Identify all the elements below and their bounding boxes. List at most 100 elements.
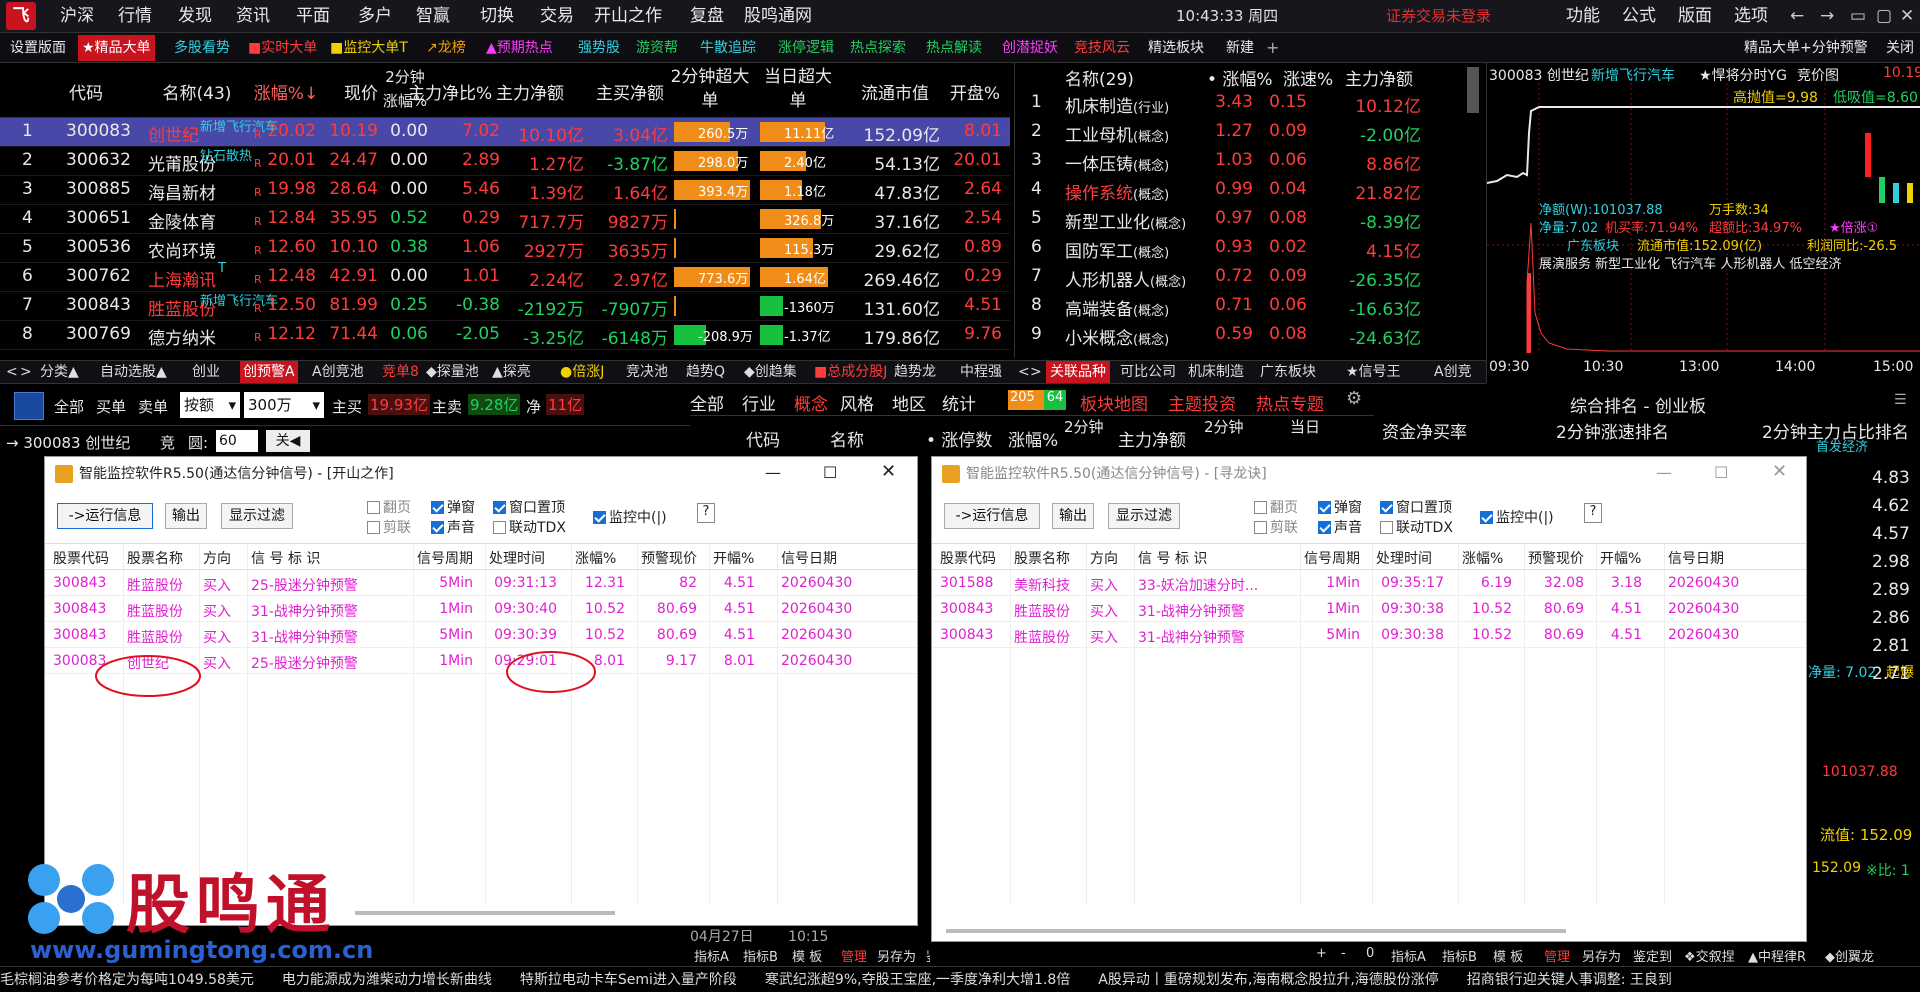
sector-scrollbar[interactable] xyxy=(1467,67,1479,113)
display-filter-button[interactable]: 显示过滤 xyxy=(1108,503,1180,529)
bottom-tab-left-5[interactable]: 鉴定到 xyxy=(926,946,930,965)
toolbar-item-14[interactable]: 竞技风云 xyxy=(1070,35,1134,61)
dialog-header-0[interactable]: 股票代码 xyxy=(940,548,996,568)
scrollbar[interactable] xyxy=(946,929,1566,933)
bottom-tab-right-9[interactable]: ❖交叙捏 xyxy=(1684,946,1735,965)
bottom-tab-left-1[interactable]: 指标B xyxy=(743,946,778,965)
bottom-tab-right-8[interactable]: 鉴定到 xyxy=(1633,946,1672,965)
monitor-checkbox[interactable]: 监控中(|) xyxy=(1480,507,1554,527)
toolbar-item-6[interactable]: ▲预期热点 xyxy=(482,35,557,61)
tab-left-1[interactable]: 自动选股▲ xyxy=(100,361,167,383)
grid-icon[interactable] xyxy=(14,392,44,420)
mid-tab-5[interactable]: 统计 xyxy=(942,390,976,415)
window-top-checkbox[interactable]: 窗口置顶 xyxy=(493,497,565,517)
toolbar-item-12[interactable]: 热点解读 xyxy=(922,35,986,61)
restore-icon[interactable]: ▭ xyxy=(1850,0,1866,33)
toolbar-item-5[interactable]: ↗龙榜 xyxy=(422,35,470,61)
stock-row[interactable]: 8 300769 德方纳米 R 12.12 71.44 0.06 -2.05 -3.25亿 -61… xyxy=(0,321,1010,350)
stock-header-2[interactable]: 涨幅%↓ xyxy=(250,79,322,104)
dialog-table-row[interactable]: 300843 胜蓝股份 买入 31-战神分钟预警 1Min 09:30:38 10.52 80… xyxy=(932,596,1806,622)
display-filter-button[interactable]: 显示过滤 xyxy=(221,503,293,529)
stock-header-8[interactable]: 2分钟超大单 xyxy=(670,65,750,113)
dialog-header-0[interactable]: 股票代码 xyxy=(53,548,109,568)
page-checkbox[interactable]: 翻页 xyxy=(1254,497,1298,517)
sector-row[interactable]: 9 小米概念(概念) 0.59 0.08 -24.63亿 xyxy=(1015,321,1485,350)
menu-right-1[interactable]: 公式 xyxy=(1622,0,1656,33)
bottom-tab-right-1[interactable]: - xyxy=(1341,946,1346,961)
mid-tab-3[interactable]: 风格 xyxy=(840,390,874,415)
toolbar-item-2[interactable]: 多股看势 xyxy=(170,35,234,61)
tdx-checkbox[interactable]: 联动TDX xyxy=(1380,517,1453,537)
bottom-tab-right-3[interactable]: 指标A xyxy=(1391,946,1426,965)
close-icon[interactable]: ✕ xyxy=(1900,0,1914,33)
toolbar-item-8[interactable]: 游资帮 xyxy=(632,35,682,61)
stock-line-bid[interactable]: 竞 xyxy=(160,432,175,453)
sound-off-button[interactable]: 关◀ xyxy=(266,430,310,452)
menu-item-2[interactable]: 发现 xyxy=(178,0,212,33)
tab-prev-icon[interactable]: < xyxy=(6,361,18,383)
bottom-tab-right-10[interactable]: ▲中程律R xyxy=(1748,946,1806,965)
toolbar-item-7[interactable]: 强势股 xyxy=(574,35,624,61)
menu-item-10[interactable]: 复盘 xyxy=(690,0,724,33)
chart-bid[interactable]: 竞价图 xyxy=(1797,65,1839,85)
mid-tab-2[interactable]: 概念 xyxy=(794,390,828,415)
tab-right-0[interactable]: 关联品种 xyxy=(1046,361,1110,383)
stock-header-6[interactable]: 主力净额 xyxy=(490,79,570,104)
dialog-header-9[interactable]: 信号日期 xyxy=(1668,548,1724,568)
stock-row[interactable]: 1 300083 创世纪 新增飞行汽车 R 20.02 10.19 0.00 7.02 10.10… xyxy=(0,118,1010,147)
clip-checkbox[interactable]: 剪联 xyxy=(1254,517,1298,537)
tab-right-5[interactable]: A创竞 xyxy=(1434,361,1472,383)
mid-link-2[interactable]: 热点专题 xyxy=(1256,390,1324,415)
mid-tab-4[interactable]: 地区 xyxy=(892,390,926,415)
tab-left-14[interactable]: 中程强 xyxy=(960,361,1002,383)
dialog-header-6[interactable]: 涨幅% xyxy=(575,548,616,568)
toolbar-item-3[interactable]: ■实时大单 xyxy=(244,35,321,61)
dialog-header-2[interactable]: 方向 xyxy=(1090,548,1118,568)
stock-row[interactable]: 7 300843 胜蓝股份 新增飞行汽车 R 12.50 81.99 0.25 -0.38 -21… xyxy=(0,292,1010,321)
tab-right-1[interactable]: 可比公司 xyxy=(1120,361,1176,383)
stock-row[interactable]: 3 300885 海昌新材 R 19.98 28.64 0.00 5.46 1.39亿 1.64亿… xyxy=(0,176,1010,205)
stock-row[interactable]: 5 300536 农尚环境 R 12.60 10.10 0.38 1.06 2927万 3635万… xyxy=(0,234,1010,263)
menu-item-8[interactable]: 交易 xyxy=(540,0,574,33)
toolbar-item-0[interactable]: 设置版面 xyxy=(6,35,70,61)
tab-left-4[interactable]: A创竞池 xyxy=(312,361,364,383)
tab-left-8[interactable]: ●倍涨J xyxy=(560,361,604,383)
app-logo[interactable]: 飞 xyxy=(6,2,36,30)
rank-header-0[interactable]: 资金净买率 xyxy=(1382,418,1467,443)
dialog-header-9[interactable]: 信号日期 xyxy=(781,548,837,568)
menu-item-11[interactable]: 股鸣通网 xyxy=(744,0,812,33)
menu-right-2[interactable]: 版面 xyxy=(1678,0,1712,33)
tab-next-icon[interactable]: > xyxy=(20,361,32,383)
bottom-tab-right-5[interactable]: 模 板 xyxy=(1493,946,1523,965)
toolbar-close-button[interactable]: 关闭 xyxy=(1882,35,1918,61)
dialog-table-row[interactable]: 300843 胜蓝股份 买入 31-战神分钟预警 5Min 09:30:38 10.52 80… xyxy=(932,622,1806,648)
minimize-icon[interactable]: — xyxy=(1656,463,1672,482)
dialog-table-row[interactable]: 300843 胜蓝股份 买入 25-股迷分钟预警 5Min 09:31:13 12.31 82… xyxy=(45,570,917,596)
bottom-tab-right-0[interactable]: + xyxy=(1316,946,1327,961)
login-status[interactable]: 证券交易未登录 xyxy=(1386,0,1491,33)
forward-icon[interactable]: → xyxy=(1820,0,1834,33)
dialog-header-7[interactable]: 预警现价 xyxy=(641,548,697,568)
round-input[interactable]: 60 xyxy=(216,430,258,452)
toolbar-item-1[interactable]: ★精品大单 xyxy=(78,35,155,61)
run-info-button[interactable]: ->运行信息 xyxy=(57,503,153,529)
menu-item-5[interactable]: 多户 xyxy=(358,0,392,33)
clip-checkbox[interactable]: 剪联 xyxy=(367,517,411,537)
menu-item-1[interactable]: 行情 xyxy=(118,0,152,33)
tab-left-7[interactable]: ▲探亮 xyxy=(492,361,531,383)
stock-header-11[interactable]: 开盘% xyxy=(944,79,1006,104)
stock-row[interactable]: 6 300762 上海瀚讯 T R 12.48 42.91 0.00 1.01 2.24亿 2.97… xyxy=(0,261,1010,292)
filter-buy[interactable]: 买单 xyxy=(96,396,126,417)
sector-row[interactable]: 6 国防军工(概念) 0.93 0.02 4.15亿 xyxy=(1015,234,1485,263)
mid-tab-1[interactable]: 行业 xyxy=(742,390,776,415)
tab-left-5[interactable]: 竞单8 xyxy=(382,361,419,383)
bottom-tab-left-4[interactable]: 另存为 xyxy=(877,946,916,965)
menu-item-4[interactable]: 平面 xyxy=(296,0,330,33)
help-button[interactable]: ? xyxy=(697,503,715,523)
tab-left-12[interactable]: ■总成分股J xyxy=(814,361,887,383)
dialog-table-row[interactable]: 300843 胜蓝股份 买入 31-战神分钟预警 5Min 09:30:39 10.52 80… xyxy=(45,622,917,648)
popup-checkbox[interactable]: 弹窗 xyxy=(1318,497,1362,517)
tab-right-2[interactable]: 机床制造 xyxy=(1188,361,1244,383)
sector-row[interactable]: 1 机床制造(行业) 3.43 0.15 10.12亿 xyxy=(1015,89,1485,118)
sound-checkbox[interactable]: 声音 xyxy=(431,517,475,537)
